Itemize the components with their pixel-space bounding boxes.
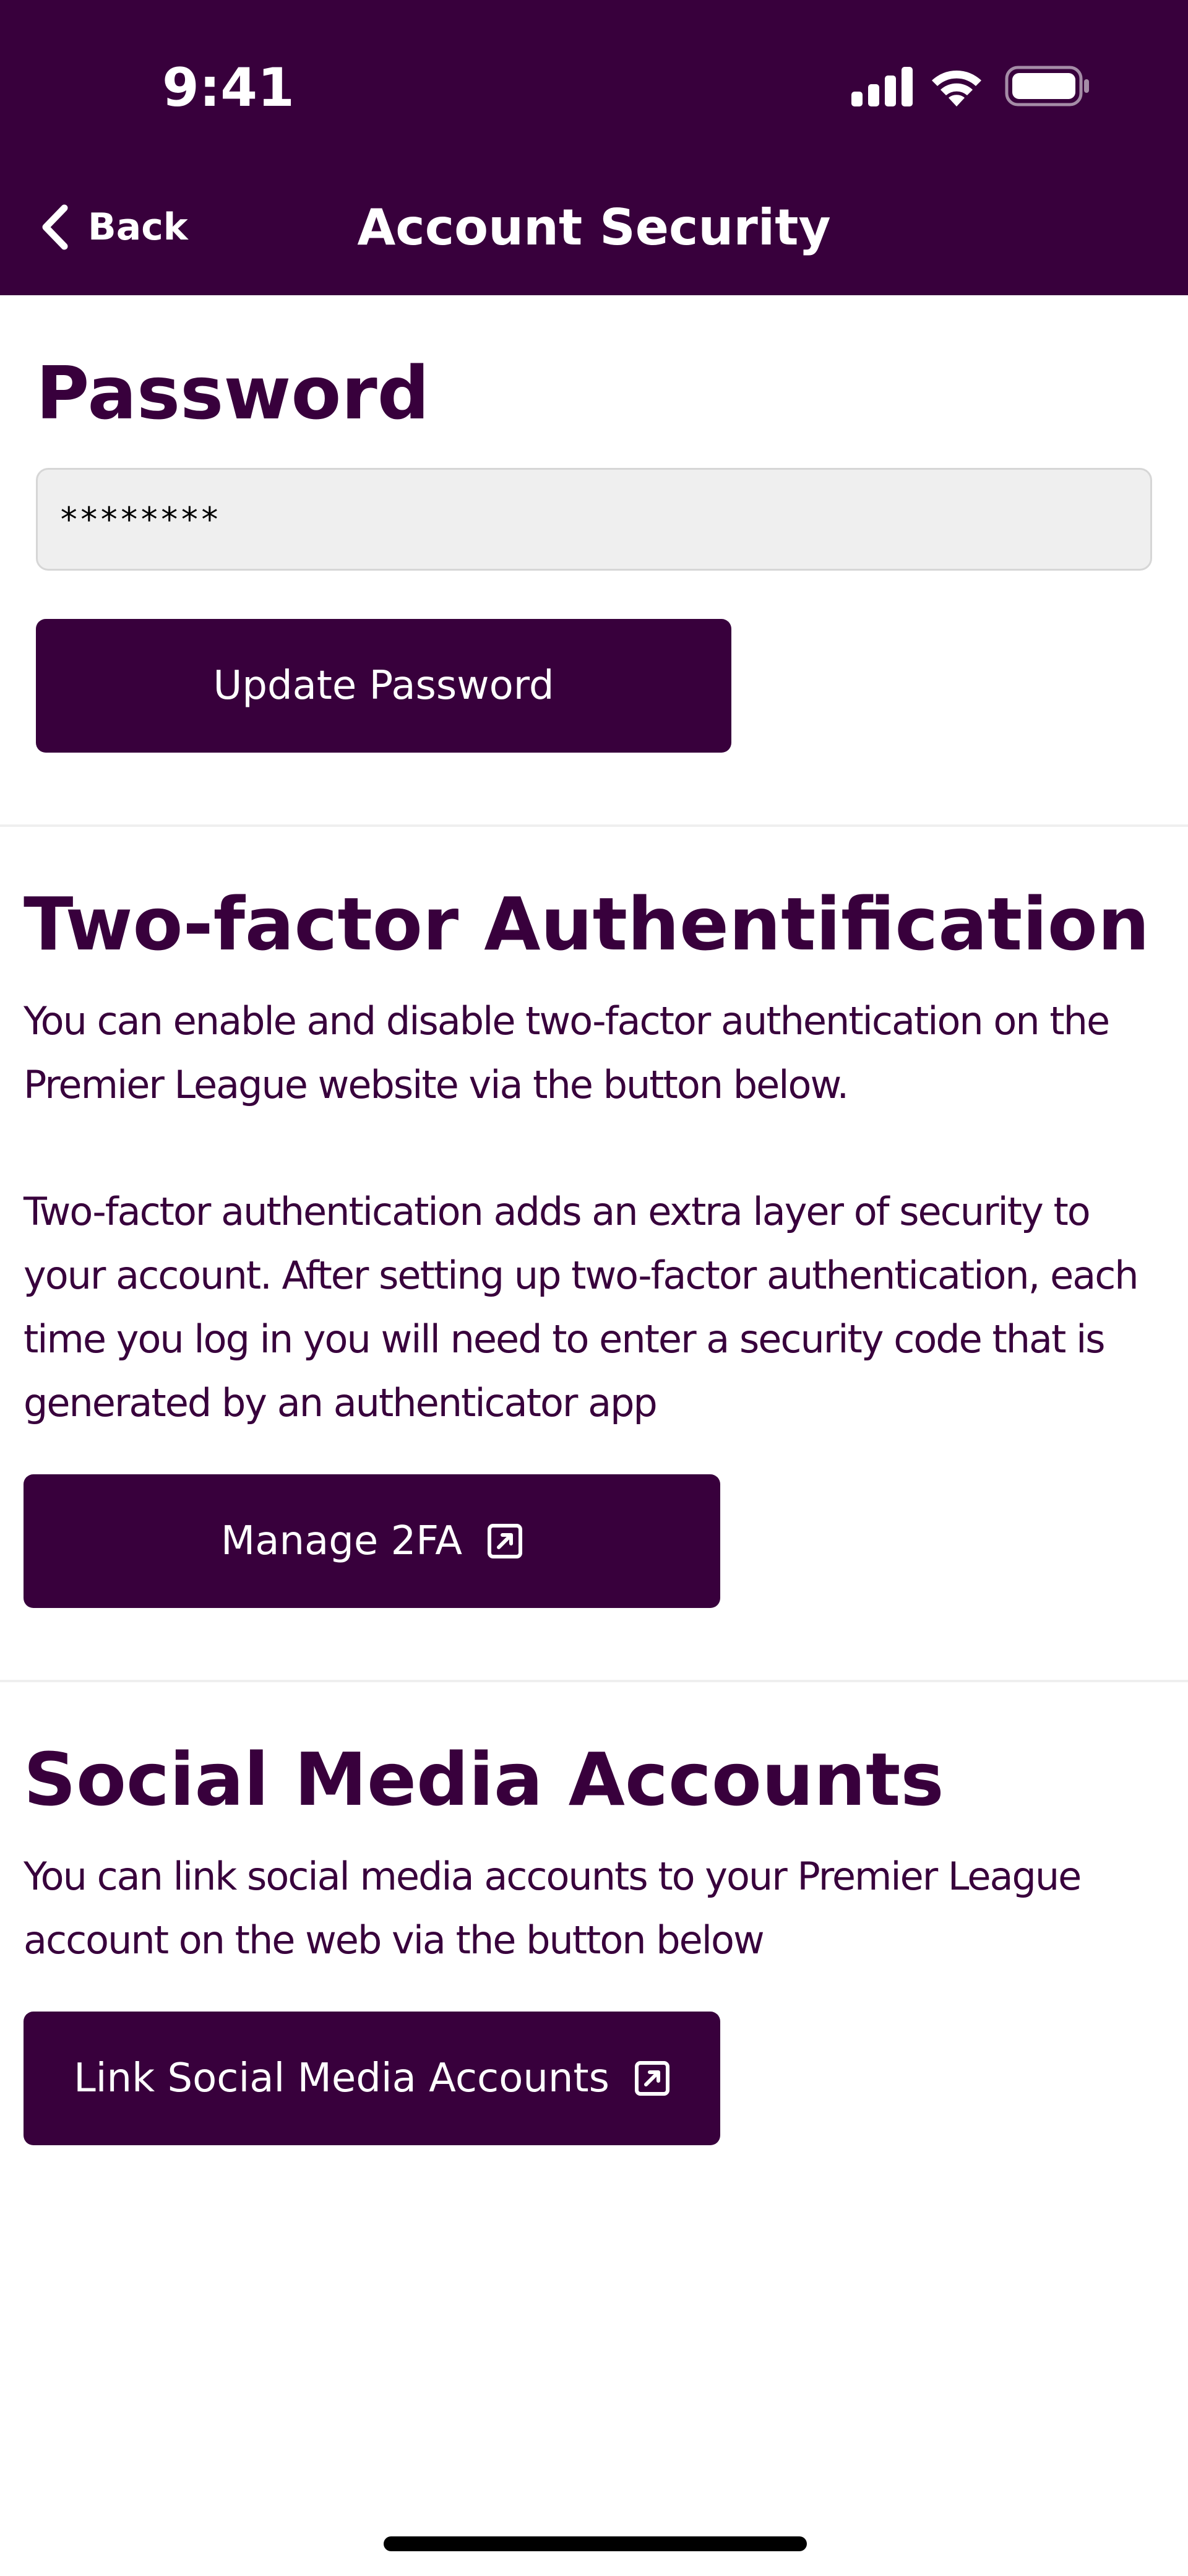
two-factor-description: You can enable and disable two-factor au… xyxy=(24,998,1110,1107)
status-bar-time: 9:41 xyxy=(162,57,295,119)
update-password-button[interactable]: Update Password xyxy=(36,619,731,753)
link-social-accounts-button[interactable]: Link Social Media Accounts xyxy=(24,2012,720,2145)
password-heading: Password xyxy=(36,350,430,436)
social-media-description: You can link social media accounts to yo… xyxy=(24,1854,1082,1963)
section-divider xyxy=(0,824,1188,827)
section-divider xyxy=(0,1680,1188,1682)
cellular-signal-icon xyxy=(851,67,913,106)
social-media-heading: Social Media Accounts xyxy=(24,1737,944,1822)
home-indicator[interactable] xyxy=(384,2536,807,2551)
battery-icon xyxy=(1005,66,1089,106)
manage-2fa-button[interactable]: Manage 2FA xyxy=(24,1474,720,1608)
page-title: Account Security xyxy=(357,199,831,256)
wifi-icon xyxy=(932,71,981,106)
update-password-label: Update Password xyxy=(213,663,554,709)
two-factor-heading: Two-factor Authentification xyxy=(24,881,1150,967)
app-header: 9:41 Back Account Security xyxy=(0,0,1188,295)
external-link-icon xyxy=(488,1524,522,1558)
external-link-icon xyxy=(634,2061,669,2096)
manage-2fa-label: Manage 2FA xyxy=(221,1518,462,1564)
password-field[interactable] xyxy=(36,468,1152,571)
two-factor-explanation: Two-factor authentication adds an extra … xyxy=(24,1189,1139,1425)
link-social-accounts-label: Link Social Media Accounts xyxy=(74,2055,609,2101)
